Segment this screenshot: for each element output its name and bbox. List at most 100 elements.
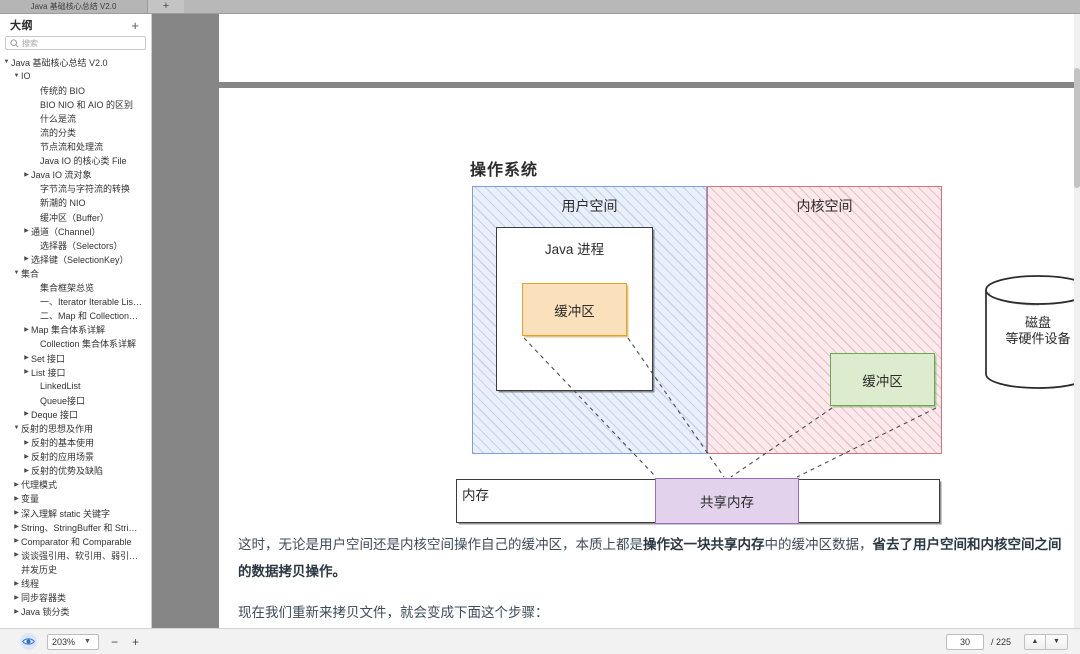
chevron-right-icon[interactable]: ▶ [22,369,31,375]
visibility-eye-icon[interactable] [20,633,37,650]
outline-tree-item[interactable]: 一、Iterator Iterable Lis… [0,295,151,309]
para1-part-a: 这时，无论是用户空间还是内核空间操作自己的缓冲区，本质上都是 [238,537,643,552]
outline-tree-item-label: Java 锁分类 [21,607,70,618]
outline-tree-item[interactable]: ▶ Map 集合体系详解 [0,323,151,337]
outline-tree-item[interactable]: BIO NIO 和 AIO 的区别 [0,97,151,111]
outline-tree-item[interactable]: 字节流与字符流的转换 [0,182,151,196]
page-number-input[interactable]: 30 [945,633,984,650]
outline-tree-item[interactable]: 什么是流 [0,111,151,125]
browser-tab-bar: Java 基础核心总结 V2.0 + [0,0,1080,14]
chevron-right-icon[interactable]: ▶ [22,454,31,460]
page-nav-group: ▲ ▼ [1024,633,1068,650]
outline-tree-item[interactable]: ▶ 反射的基本使用 [0,436,151,450]
vertical-scrollbar-track[interactable] [1074,14,1080,628]
outline-tree-item[interactable]: ▶ 代理模式 [0,478,151,492]
outline-tree-item[interactable]: ▼ 集合 [0,266,151,280]
chevron-right-icon[interactable]: ▶ [22,256,31,262]
chevron-right-icon[interactable]: ▶ [22,355,31,361]
chevron-right-icon[interactable]: ▶ [12,510,21,516]
outline-tree-item-label: 谈谈强引用、软引用、弱引… [21,550,139,561]
new-tab-button[interactable]: + [148,0,184,13]
tab-java-notes[interactable]: Java 基础核心总结 V2.0 [0,0,148,13]
outline-tree-item[interactable]: ▶ 变量 [0,492,151,506]
outline-tree-item-label: 反射的基本使用 [31,438,95,449]
outline-tree-item[interactable]: ▼ 反射的思想及作用 [0,421,151,435]
outline-tree-item[interactable]: ▼ Java 基础核心总结 V2.0 [0,55,151,69]
chevron-right-icon[interactable]: ▶ [12,581,21,587]
outline-tree-item[interactable]: ▶ 线程 [0,576,151,590]
chevron-right-icon[interactable]: ▶ [22,440,31,446]
chevron-right-icon[interactable]: ▶ [12,609,21,615]
outline-tree-item-label: Comparator 和 Comparable [21,536,132,547]
chevron-right-icon[interactable]: ▶ [12,524,21,530]
outline-tree-item[interactable]: 缓冲区（Buffer） [0,210,151,224]
zoom-in-button[interactable]: + [130,636,141,648]
chevron-right-icon[interactable]: ▶ [22,411,31,417]
outline-tree-item[interactable]: ▶ String、StringBuffer 和 Stri… [0,520,151,534]
add-outline-button[interactable]: + [131,19,143,32]
outline-tree-item[interactable]: Collection 集合体系详解 [0,337,151,351]
search-input[interactable]: 搜索 [5,36,146,50]
outline-tree-item[interactable]: ▶ 反射的优势及缺陷 [0,464,151,478]
outline-tree-item-label: 一、Iterator Iterable Lis… [40,297,143,308]
outline-tree-item[interactable]: ▶ Set 接口 [0,351,151,365]
outline-tree-item[interactable]: 并发历史 [0,562,151,576]
chevron-right-icon[interactable]: ▶ [12,595,21,601]
outline-tree-item[interactable]: Java IO 的核心类 File [0,154,151,168]
document-prose: 这时，无论是用户空间还是内核空间操作自己的缓冲区，本质上都是操作这一块共享内存中… [238,531,1068,628]
chevron-right-icon[interactable]: ▶ [12,482,21,488]
outline-tree-item[interactable]: ▶ 选择键（SelectionKey） [0,252,151,266]
vertical-scrollbar-thumb[interactable] [1074,68,1080,188]
chevron-right-icon[interactable]: ▶ [22,468,31,474]
chevron-right-icon[interactable]: ▶ [22,172,31,178]
chevron-right-icon[interactable]: ▶ [12,552,21,558]
outline-tree-item-label: 字节流与字符流的转换 [40,184,131,195]
outline-tree-item-label: 选择键（SelectionKey） [31,254,129,265]
outline-tree-item[interactable]: 节点流和处理流 [0,140,151,154]
outline-tree-item[interactable]: ▶ Java IO 流对象 [0,168,151,182]
outline-tree-item[interactable]: ▶ Deque 接口 [0,407,151,421]
chevron-right-icon[interactable]: ▶ [22,327,31,333]
outline-tree-item[interactable]: ▶ 同步容器类 [0,591,151,605]
outline-tree-item[interactable]: ▶ 通道（Channel） [0,224,151,238]
zoom-out-button[interactable]: − [109,636,120,648]
chevron-down-icon[interactable]: ▼ [2,59,11,65]
outline-tree-item-label: Map 集合体系详解 [31,325,106,336]
outline-tree-item[interactable]: 传统的 BIO [0,83,151,97]
outline-tree-item-label: 传统的 BIO [40,85,86,96]
outline-tree-item[interactable]: ▶ Java 锁分类 [0,605,151,619]
outline-tree-item-label: Deque 接口 [31,409,79,420]
outline-tree-item[interactable]: Queue接口 [0,393,151,407]
disk-label-line2: 等硬件设备 [1005,331,1071,347]
chevron-right-icon[interactable]: ▶ [22,228,31,234]
next-page-button[interactable]: ▼ [1046,633,1068,650]
outline-tree-item[interactable]: ▶ 谈谈强引用、软引用、弱引… [0,548,151,562]
outline-tree-item[interactable]: 流的分类 [0,125,151,139]
outline-tree-item[interactable]: ▶ Comparator 和 Comparable [0,534,151,548]
outline-tree-item[interactable]: LinkedList [0,379,151,393]
outline-tree-item[interactable]: ▶ List 接口 [0,365,151,379]
outline-tree-item[interactable]: ▶ 深入理解 static 关键字 [0,506,151,520]
zoom-level-select[interactable]: 203% ▼ [47,633,99,650]
disk-label: 磁盘 等硬件设备 [984,315,1078,348]
outline-tree-item-label: 反射的优势及缺陷 [31,466,104,477]
outline-tree-item-label: 集合框架总览 [40,283,95,294]
outline-tree-item-label: 并发历史 [21,564,58,575]
chevron-down-icon[interactable]: ▼ [12,270,21,276]
outline-tree[interactable]: ▼ Java 基础核心总结 V2.0 ▼ IO 传统的 BIO BIO NIO 和 AIO… [0,53,151,628]
outline-tree-item-label: 线程 [21,579,40,590]
paragraph-1: 这时，无论是用户空间还是内核空间操作自己的缓冲区，本质上都是操作这一块共享内存中… [238,531,1068,585]
outline-tree-item[interactable]: ▼ IO [0,69,151,83]
outline-tree-item[interactable]: 选择器（Selectors） [0,238,151,252]
chevron-down-icon[interactable]: ▼ [12,73,21,79]
outline-tree-item[interactable]: 集合框架总览 [0,281,151,295]
previous-page-button[interactable]: ▲ [1024,633,1046,650]
chevron-right-icon[interactable]: ▶ [12,538,21,544]
chevron-right-icon[interactable]: ▶ [12,496,21,502]
outline-tree-item[interactable]: ▶ 反射的应用场景 [0,450,151,464]
eye-icon [22,638,35,645]
outline-tree-item[interactable]: 二、Map 和 Collection… [0,309,151,323]
outline-tree-item[interactable]: 新潮的 NIO [0,196,151,210]
chevron-down-icon[interactable]: ▼ [12,425,21,431]
outline-tree-item-label: 新潮的 NIO [40,198,86,209]
